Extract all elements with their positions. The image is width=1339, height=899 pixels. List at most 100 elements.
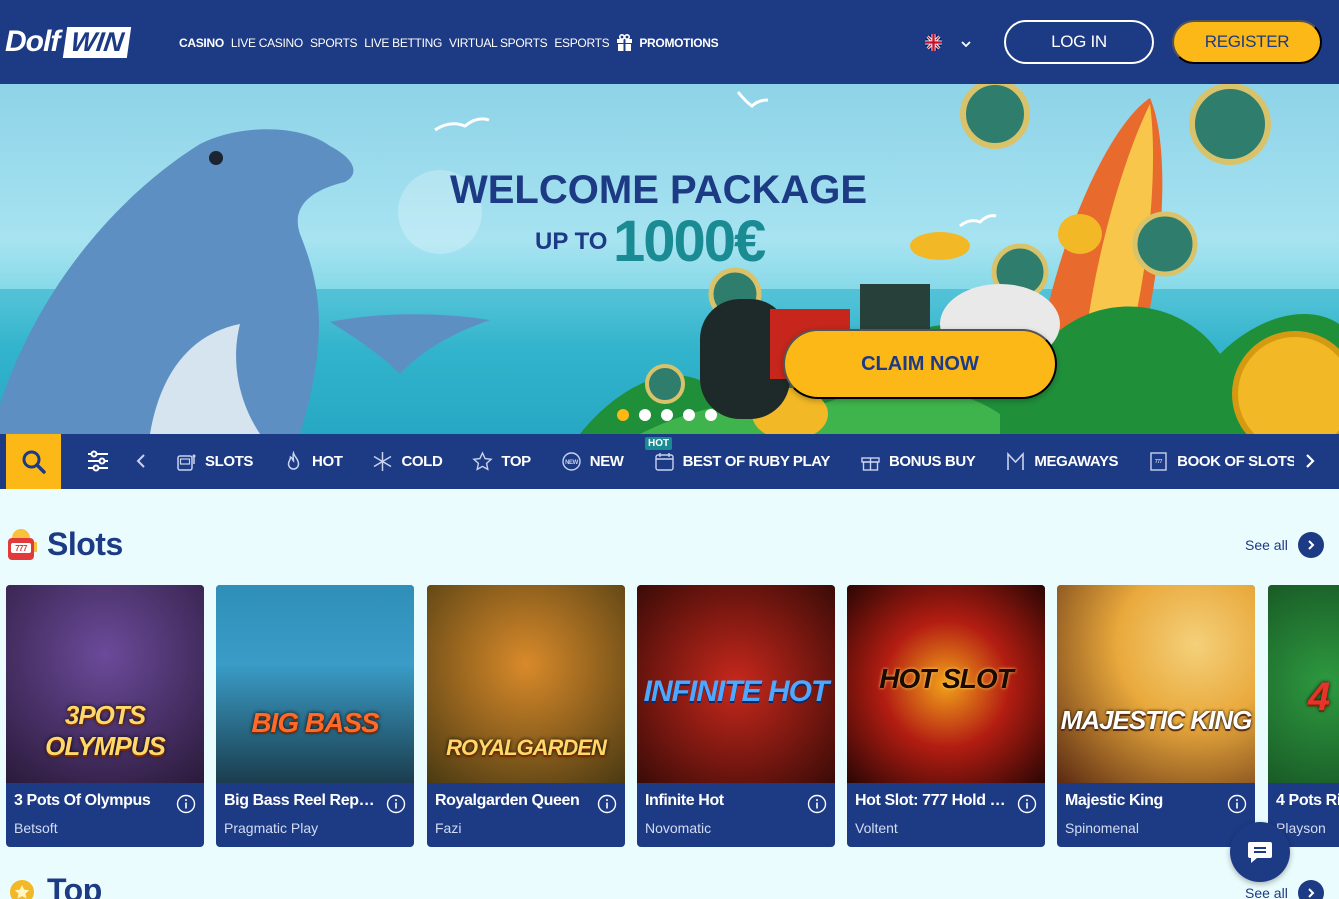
category-label: BEST OF RUBY PLAY [682,453,831,470]
chevron-down-icon [960,37,972,49]
category-label: COLD [401,453,443,470]
game-provider: Betsoft [14,820,58,836]
game-art-title: MAJESTIC KING [1060,705,1253,735]
game-name: 4 Pots Riches [1276,792,1339,809]
info-icon[interactable] [807,794,827,814]
banner-upto: UP TO [535,228,608,255]
nav-live-casino[interactable]: LIVE CASINO [231,36,303,50]
game-art-title: 3POTS OLYMPUS [45,700,166,761]
category-bonus-buy[interactable]: BONUS BUY [860,451,976,472]
category-slots[interactable]: SLOTS [176,451,253,472]
game-name: Majestic King [1065,792,1163,809]
svg-text:777: 777 [1155,459,1163,465]
game-thumbnail[interactable]: MAJESTIC KING [1057,585,1255,783]
category-new[interactable]: NEW NEW [561,451,624,472]
category-label: MEGAWAYS [1034,453,1119,470]
game-name: Royalgarden Queen [435,792,580,809]
main-nav: CASINO LIVE CASINO SPORTS LIVE BETTING V… [179,33,719,51]
filter-button[interactable] [86,449,110,473]
category-label: TOP [501,453,531,470]
category-top[interactable]: TOP [472,451,531,472]
game-card[interactable]: 4 4 Pots Riches Playson [1268,585,1339,847]
welcome-banner[interactable]: WELCOME PACKAGE UP TO 1000€ CLAIM NOW [0,84,1339,434]
live-chat-button[interactable] [1230,822,1290,882]
slots-game-row: 3POTS OLYMPUS 3 Pots Of Olympus Betsoft … [6,585,1339,847]
see-all-label: See all [1245,885,1288,899]
book-icon: 777 [1150,452,1167,471]
game-card[interactable]: BIG BASS Big Bass Reel Repeat Pragmatic … [216,585,414,847]
game-thumbnail[interactable]: 4 [1268,585,1339,783]
game-card[interactable]: ROYALGARDEN Royalgarden Queen Fazi [427,585,625,847]
megaways-icon [1007,451,1025,470]
game-card[interactable]: INFINITE HOT Infinite Hot Novomatic [637,585,835,847]
nav-sports[interactable]: SPORTS [310,36,358,50]
info-icon[interactable] [176,794,196,814]
game-name: 3 Pots Of Olympus [14,792,151,809]
register-button[interactable]: REGISTER [1172,20,1322,64]
info-icon[interactable] [386,794,406,814]
game-card[interactable]: HOT SLOT Hot Slot: 777 Hold The Jackpot … [847,585,1045,847]
slots-see-all[interactable]: See all [1245,532,1324,558]
site-logo[interactable]: Dolf WIN [5,25,132,58]
info-icon[interactable] [1017,794,1037,814]
game-name: Big Bass Reel Repeat [224,792,379,809]
info-icon[interactable] [1227,794,1247,814]
search-button[interactable] [6,434,61,489]
uk-flag-icon [925,34,942,51]
info-icon[interactable] [597,794,617,814]
login-button[interactable]: LOG IN [1004,20,1154,64]
chevron-left-icon [136,454,145,468]
top-see-all[interactable]: See all [1245,880,1324,899]
nav-live-betting[interactable]: LIVE BETTING [364,36,442,50]
nav-virtual-sports[interactable]: VIRTUAL SPORTS [449,36,548,50]
new-badge-icon: NEW [562,452,581,471]
claim-now-button[interactable]: CLAIM NOW [783,329,1057,399]
language-selector[interactable] [925,34,972,51]
snowflake-icon [374,452,392,471]
game-art-title: BIG BASS [251,707,379,738]
game-provider: Novomatic [645,820,712,836]
category-book-of-slots[interactable]: 777 BOOK OF SLOTS [1148,451,1294,472]
top-section-title: Top [6,872,102,899]
see-all-label: See all [1245,537,1288,553]
game-provider: Voltent [855,820,898,836]
category-hot[interactable]: HOT [283,451,343,472]
carousel-dot[interactable] [661,409,673,421]
category-megaways[interactable]: MEGAWAYS [1005,451,1119,472]
nav-casino[interactable]: CASINO [179,36,224,50]
carousel-dot[interactable] [683,409,695,421]
game-art-title: ROYALGARDEN [446,735,607,760]
carousel-dot[interactable] [705,409,717,421]
category-label: BOOK OF SLOTS [1177,453,1294,470]
chat-bubble-icon [1248,842,1272,863]
carousel-dot[interactable] [617,409,629,421]
game-art-title: 4 [1308,675,1330,719]
game-thumbnail[interactable]: 3POTS OLYMPUS [6,585,204,783]
top-title-text: Top [47,872,102,899]
categories-next-button[interactable] [1303,453,1317,469]
category-best-of-ruby-play[interactable]: BEST OF RUBY PLAY [654,451,830,472]
logo-text-dolf: Dolf [5,25,60,58]
banner-amount: 1000€ [613,209,766,274]
slots-title-text: Slots [47,526,123,562]
category-list: SLOTS HOT COLD TOP NEW NEW BEST OF RUBY … [176,434,1294,489]
calendar-icon [654,453,674,471]
nav-promotions[interactable]: PROMOTIONS [616,33,719,51]
game-card[interactable]: MAJESTIC KING Majestic King Spinomenal [1057,585,1255,847]
carousel-dot[interactable] [639,409,651,421]
category-cold[interactable]: COLD [372,451,443,472]
chevron-right-icon [1297,880,1324,899]
game-thumbnail[interactable]: ROYALGARDEN [427,585,625,783]
banner-title: WELCOME PACKAGE [450,168,868,212]
top-header: Dolf WIN CASINO LIVE CASINO SPORTS LIVE … [0,0,1339,84]
game-card[interactable]: 3POTS OLYMPUS 3 Pots Of Olympus Betsoft [6,585,204,847]
game-provider: Fazi [435,820,462,836]
nav-esports[interactable]: ESPORTS [554,36,609,50]
categories-prev-button[interactable] [134,453,148,469]
game-thumbnail[interactable]: BIG BASS [216,585,414,783]
game-thumbnail[interactable]: INFINITE HOT [637,585,835,783]
sliders-icon [88,450,108,472]
category-label: BONUS BUY [888,453,976,470]
game-thumbnail[interactable]: HOT SLOT [847,585,1045,783]
game-name: Infinite Hot [645,792,724,809]
